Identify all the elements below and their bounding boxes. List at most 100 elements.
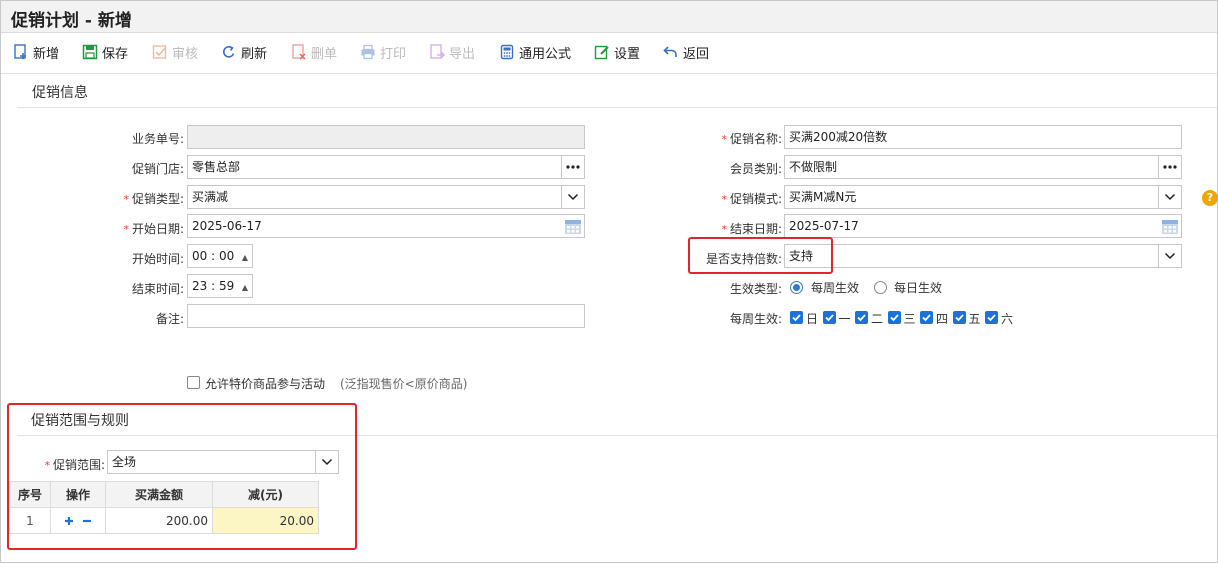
weekday-checkbox[interactable] [887,311,901,324]
calendar-icon [565,220,581,234]
required-mark: * [721,223,727,236]
section-divider [17,107,1217,108]
effect-type-label: 生效类型: [729,282,782,296]
start-date-label: * 开始日期: [80,220,184,237]
effect-daily-label: 每日生效 [894,281,943,295]
audit-button[interactable]: 审核 [152,42,198,62]
required-mark: * [721,193,727,206]
print-label: 打印 [380,46,407,62]
start-date-label-text: 开始日期: [131,222,184,236]
remark-input[interactable] [187,304,585,328]
delete-label: 删单 [311,46,338,62]
end-date-calendar-button[interactable] [1158,215,1181,237]
end-time-hour: 23 [192,279,208,293]
caret-up-icon[interactable]: ▲ [242,247,248,267]
checkmark-icon [987,314,996,322]
store-field[interactable]: 零售总部 [187,155,585,179]
store-label: 促销门店: [131,162,184,176]
export-icon [430,44,445,59]
end-time-label: 结束时间: [131,282,184,296]
effect-daily-radio[interactable] [874,281,887,294]
promo-mode-label-text: 促销模式: [729,192,782,206]
edit-settings-icon [594,45,609,60]
weekday-label: 五 [968,312,981,326]
checkmark-icon [792,314,801,322]
print-icon [361,44,375,60]
end-date-field[interactable]: 2025-07-17 [784,214,1182,238]
weekday-label: 日 [806,312,819,326]
end-date-label: * 结束日期: [680,220,782,237]
start-date-field[interactable]: 2025-06-17 [187,214,585,238]
calendar-icon [1162,220,1178,234]
weekday-checkbox[interactable] [822,311,836,324]
print-button[interactable]: 打印 [360,42,406,62]
required-mark: * [123,223,129,236]
weekday-checkbox[interactable] [985,311,998,324]
bill-no-label: 业务单号: [131,132,184,146]
required-mark: * [721,133,727,146]
settings-label: 设置 [614,46,641,62]
export-button[interactable]: 导出 [429,42,475,62]
allow-special-checkbox[interactable] [187,376,200,389]
store-picker-button[interactable] [561,156,584,178]
export-label: 导出 [449,46,476,62]
weekday-checkbox[interactable] [952,311,966,324]
section-title-promo-info: 促销信息 [32,85,88,101]
weekday-checkbox[interactable] [855,311,868,324]
weekday-label: 一 [838,312,851,326]
member-type-field[interactable]: 不做限制 [784,155,1182,179]
promo-name-label-text: 促销名称: [729,132,782,146]
window-title: 促销计划 - 新增 [11,11,132,31]
back-label: 返回 [683,46,710,62]
start-date-calendar-button[interactable] [561,215,584,237]
delete-button[interactable]: 删单 [291,42,337,62]
delete-doc-icon [292,44,306,60]
formula-button[interactable]: 通用公式 [499,42,571,62]
weekday-checkbox[interactable] [790,311,803,324]
time-separator: : [207,279,219,293]
promo-mode-dropdown-button[interactable] [1158,186,1181,208]
effect-weekly-radio[interactable] [790,281,803,294]
required-mark: * [123,193,129,206]
member-type-label: 会员类别: [729,162,782,176]
formula-label: 通用公式 [519,46,572,62]
checkmark-icon [824,314,834,322]
checkmark-icon [889,314,899,322]
start-time-hour: 00 [192,249,208,263]
more-dots-icon [1163,165,1177,169]
promo-type-select[interactable]: 买满减 [187,185,585,209]
new-doc-icon [14,44,26,59]
new-button[interactable]: 新增 [13,42,59,62]
multiple-select[interactable]: 支持 [784,244,1182,268]
promo-name-label: * 促销名称: [680,130,782,147]
weekday-label: 六 [1001,312,1014,326]
end-time-stepper[interactable]: ▲▼ [240,277,250,295]
end-time-minute: 59 [218,279,235,293]
help-icon[interactable]: ? [1202,190,1218,206]
bill-no-field[interactable] [187,125,585,149]
start-time-spinner[interactable]: 00 : 00 ▲▼ [187,244,253,268]
highlight-box-multiple [688,237,833,274]
promo-name-input[interactable]: 买满200减20倍数 [784,125,1182,149]
weekday-checkbox[interactable] [920,311,933,324]
start-time-stepper[interactable]: ▲▼ [240,247,250,265]
checkmark-icon [857,314,866,322]
save-icon [82,44,98,60]
promo-type-value: 买满减 [192,190,229,204]
promo-mode-label: * 促销模式: [680,190,782,207]
chevron-down-icon [567,193,579,201]
caret-up-icon[interactable]: ▲ [242,277,248,297]
end-time-spinner[interactable]: 23 : 59 ▲▼ [187,274,253,298]
promo-type-dropdown-button[interactable] [561,186,584,208]
title-bar: 促销计划 - 新增 [1,1,1217,33]
audit-label: 审核 [172,46,199,62]
multiple-dropdown-button[interactable] [1158,245,1181,267]
member-type-picker-button[interactable] [1158,156,1181,178]
settings-button[interactable]: 设置 [594,42,640,62]
back-button[interactable]: 返回 [663,42,709,62]
promo-mode-value: 买满M减N元 [789,190,857,204]
save-button[interactable]: 保存 [82,42,128,62]
checkmark-icon [954,314,964,322]
promo-mode-select[interactable]: 买满M减N元 [784,185,1182,209]
refresh-button[interactable]: 刷新 [221,42,267,62]
